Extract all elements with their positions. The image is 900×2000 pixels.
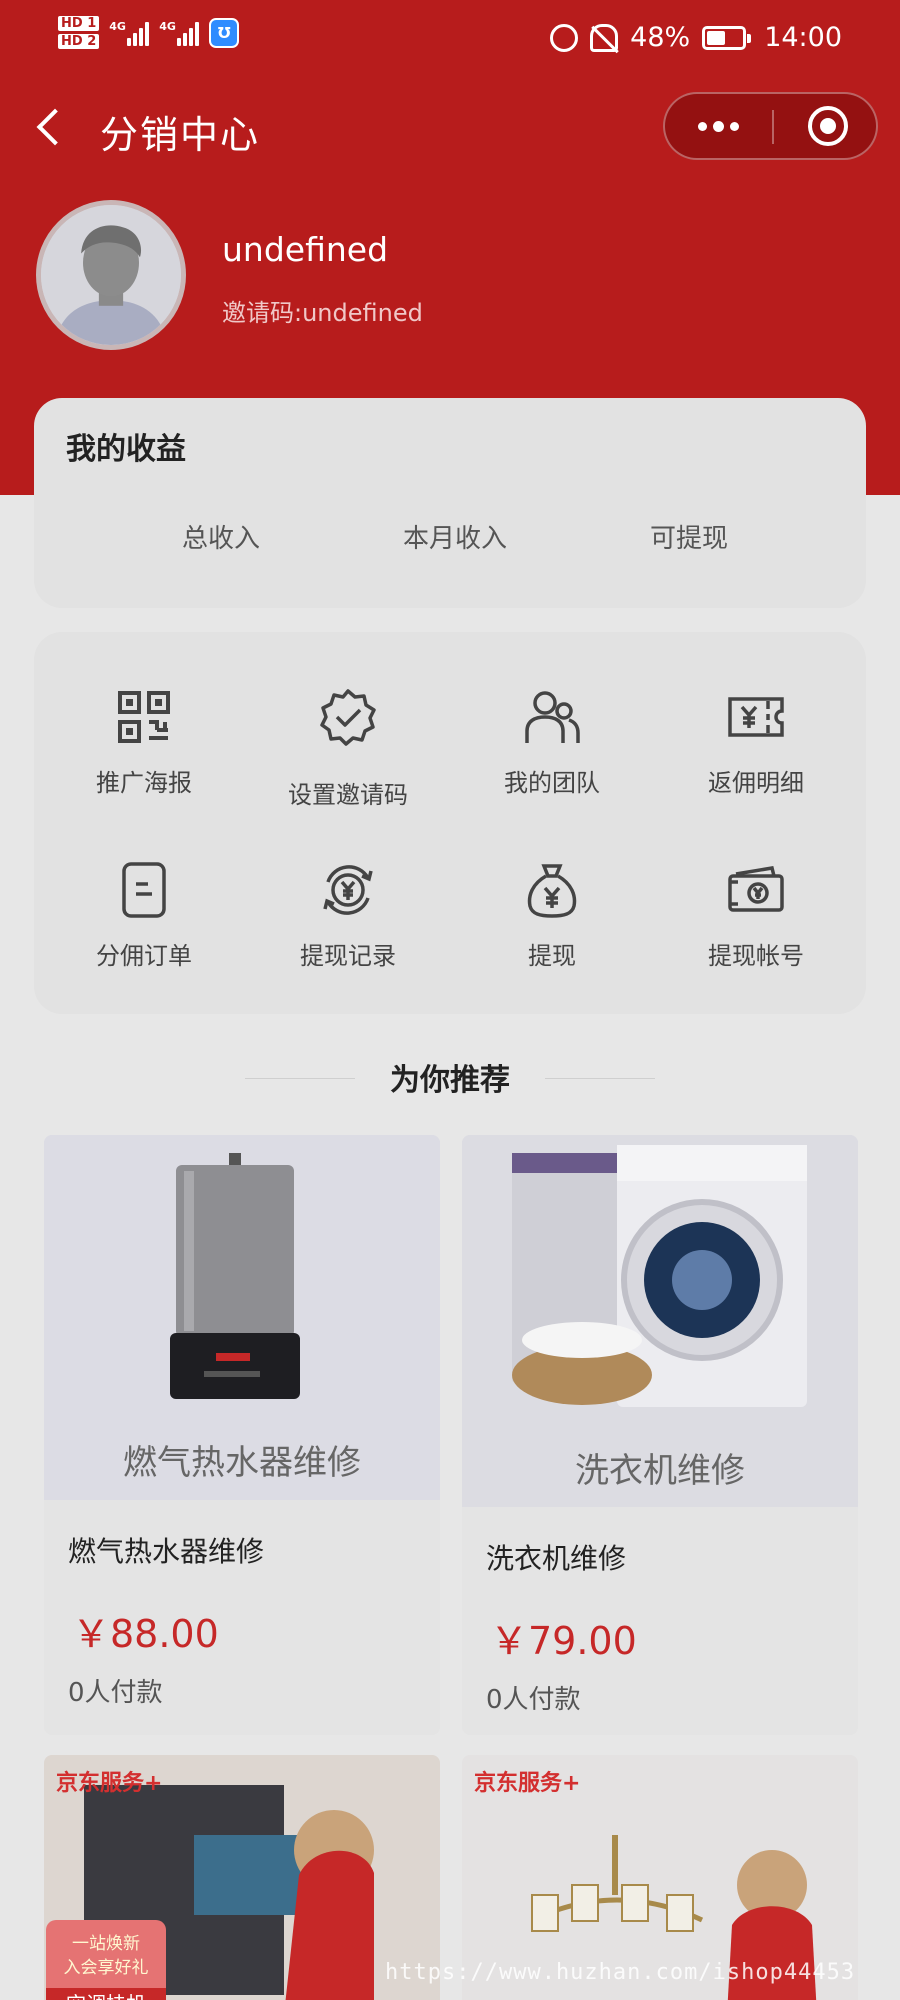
invite-code-text: 邀请码:undefined bbox=[222, 299, 423, 327]
earnings-title: 我的收益 bbox=[66, 432, 186, 467]
product-price: ￥88.00 bbox=[72, 1612, 219, 1656]
menu-item-withdraw-account[interactable]: 提现帐号 bbox=[654, 860, 858, 971]
capsule-divider bbox=[772, 110, 774, 144]
promo-badge: 一站焕新 入会享好礼 空调挂机 bbox=[46, 1920, 166, 2000]
menu-item-withdraw[interactable]: 提现 bbox=[450, 860, 654, 971]
money-bag-icon bbox=[522, 860, 582, 920]
status-left: HD 1 HD 2 4G 4G Ʊ bbox=[58, 16, 240, 49]
page-title: 分销中心 bbox=[100, 113, 261, 157]
menu-item-commission-detail[interactable]: 返佣明细 bbox=[654, 687, 858, 810]
status-right: 48% 14:00 bbox=[550, 22, 842, 53]
promo-line-1: 一站焕新 bbox=[72, 1934, 140, 1954]
product-name: 燃气热水器维修 bbox=[68, 1535, 265, 1568]
signal-1-icon: 4G bbox=[109, 19, 150, 46]
monthly-income-label[interactable]: 本月收入 bbox=[338, 518, 572, 555]
signal-2-icon: 4G bbox=[159, 19, 200, 46]
withdrawable-label[interactable]: 可提现 bbox=[572, 518, 866, 555]
recommend-title: 为你推荐 bbox=[390, 1063, 510, 1098]
product-price: ￥79.00 bbox=[490, 1619, 637, 1663]
app-notification-icon: Ʊ bbox=[209, 17, 240, 48]
earnings-card: 我的收益 总收入 本月收入 可提现 bbox=[34, 398, 866, 608]
badge-check-icon bbox=[318, 687, 378, 747]
jd-service-tag: 京东服务+ bbox=[56, 1771, 163, 1796]
wallet-card-icon bbox=[726, 860, 786, 920]
product-sales-count: 0人付款 bbox=[68, 1678, 163, 1708]
function-menu-card: 推广海报 设置邀请码 我的团队 返佣明细 分佣订单 提现记录 提现 提现帐号 bbox=[34, 632, 866, 1014]
product-image: 洗衣机维修 bbox=[462, 1135, 858, 1507]
battery-percent: 48% bbox=[630, 22, 691, 53]
menu-label: 提现记录 bbox=[300, 942, 396, 970]
mute-bell-icon bbox=[590, 23, 619, 52]
total-income-label[interactable]: 总收入 bbox=[34, 518, 338, 555]
network-type-2: 4G bbox=[159, 19, 176, 33]
menu-item-set-invite-code[interactable]: 设置邀请码 bbox=[246, 687, 450, 810]
menu-item-commission-orders[interactable]: 分佣订单 bbox=[42, 860, 246, 971]
qrcode-icon bbox=[114, 687, 174, 747]
menu-item-poster[interactable]: 推广海报 bbox=[42, 687, 246, 810]
network-type-1: 4G bbox=[109, 19, 126, 33]
hd-indicator: HD 1 HD 2 bbox=[58, 16, 100, 49]
back-arrow-icon[interactable] bbox=[30, 106, 70, 150]
menu-item-withdraw-record[interactable]: 提现记录 bbox=[246, 860, 450, 971]
promo-line-big: 空调挂机 bbox=[46, 1988, 166, 2000]
promo-line-2: 入会享好礼 bbox=[63, 1958, 149, 1978]
status-bar: HD 1 HD 2 4G 4G Ʊ 48% 14:00 bbox=[0, 0, 900, 78]
product-image-caption: 洗衣机维修 bbox=[575, 1451, 745, 1491]
hd1-label: HD 1 bbox=[58, 16, 100, 31]
divider-line-right bbox=[545, 1078, 655, 1079]
mini-program-capsule bbox=[663, 92, 878, 160]
user-name: undefined bbox=[222, 230, 389, 269]
navigation-bar: 分销中心 bbox=[0, 88, 900, 168]
yen-refresh-icon bbox=[318, 860, 378, 920]
yen-ticket-icon bbox=[726, 687, 786, 747]
menu-label: 提现帐号 bbox=[708, 942, 804, 970]
product-sales-count: 0人付款 bbox=[486, 1685, 581, 1715]
team-icon bbox=[522, 687, 582, 747]
menu-label: 返佣明细 bbox=[708, 769, 804, 797]
product-card-air-conditioner[interactable]: 京东服务+ 一站焕新 入会享好礼 空调挂机 bbox=[44, 1755, 440, 2000]
avatar[interactable] bbox=[36, 200, 186, 350]
menu-label: 提现 bbox=[528, 942, 576, 970]
earnings-items: 总收入 本月收入 可提现 bbox=[34, 518, 866, 555]
product-name: 洗衣机维修 bbox=[486, 1542, 627, 1575]
close-target-icon[interactable] bbox=[808, 106, 848, 146]
menu-grid: 推广海报 设置邀请码 我的团队 返佣明细 分佣订单 提现记录 提现 提现帐号 bbox=[34, 687, 866, 971]
product-card-washing-machine[interactable]: 洗衣机维修 洗衣机维修 ￥79.00 0人付款 bbox=[462, 1135, 858, 1735]
clock-time: 14:00 bbox=[764, 22, 842, 53]
order-doc-icon bbox=[114, 860, 174, 920]
product-card-water-heater[interactable]: 燃气热水器维修 燃气热水器维修 ￥88.00 0人付款 bbox=[44, 1135, 440, 1735]
menu-item-my-team[interactable]: 我的团队 bbox=[450, 687, 654, 810]
menu-label: 分佣订单 bbox=[96, 942, 192, 970]
product-image: 燃气热水器维修 bbox=[44, 1135, 440, 1500]
product-image-caption: 燃气热水器维修 bbox=[123, 1443, 361, 1483]
menu-label: 设置邀请码 bbox=[288, 781, 408, 809]
alarm-icon bbox=[550, 23, 579, 52]
menu-label: 我的团队 bbox=[504, 769, 600, 797]
battery-icon bbox=[702, 25, 752, 50]
menu-label: 推广海报 bbox=[96, 769, 192, 797]
hd2-label: HD 2 bbox=[58, 34, 100, 49]
watermark-text: https://www.huzhan.com/ishop44453 bbox=[385, 1960, 856, 1985]
recommend-header: 为你推荐 bbox=[0, 1055, 900, 1101]
jd-service-tag: 京东服务+ bbox=[474, 1771, 581, 1796]
more-dots-icon[interactable] bbox=[665, 94, 772, 158]
